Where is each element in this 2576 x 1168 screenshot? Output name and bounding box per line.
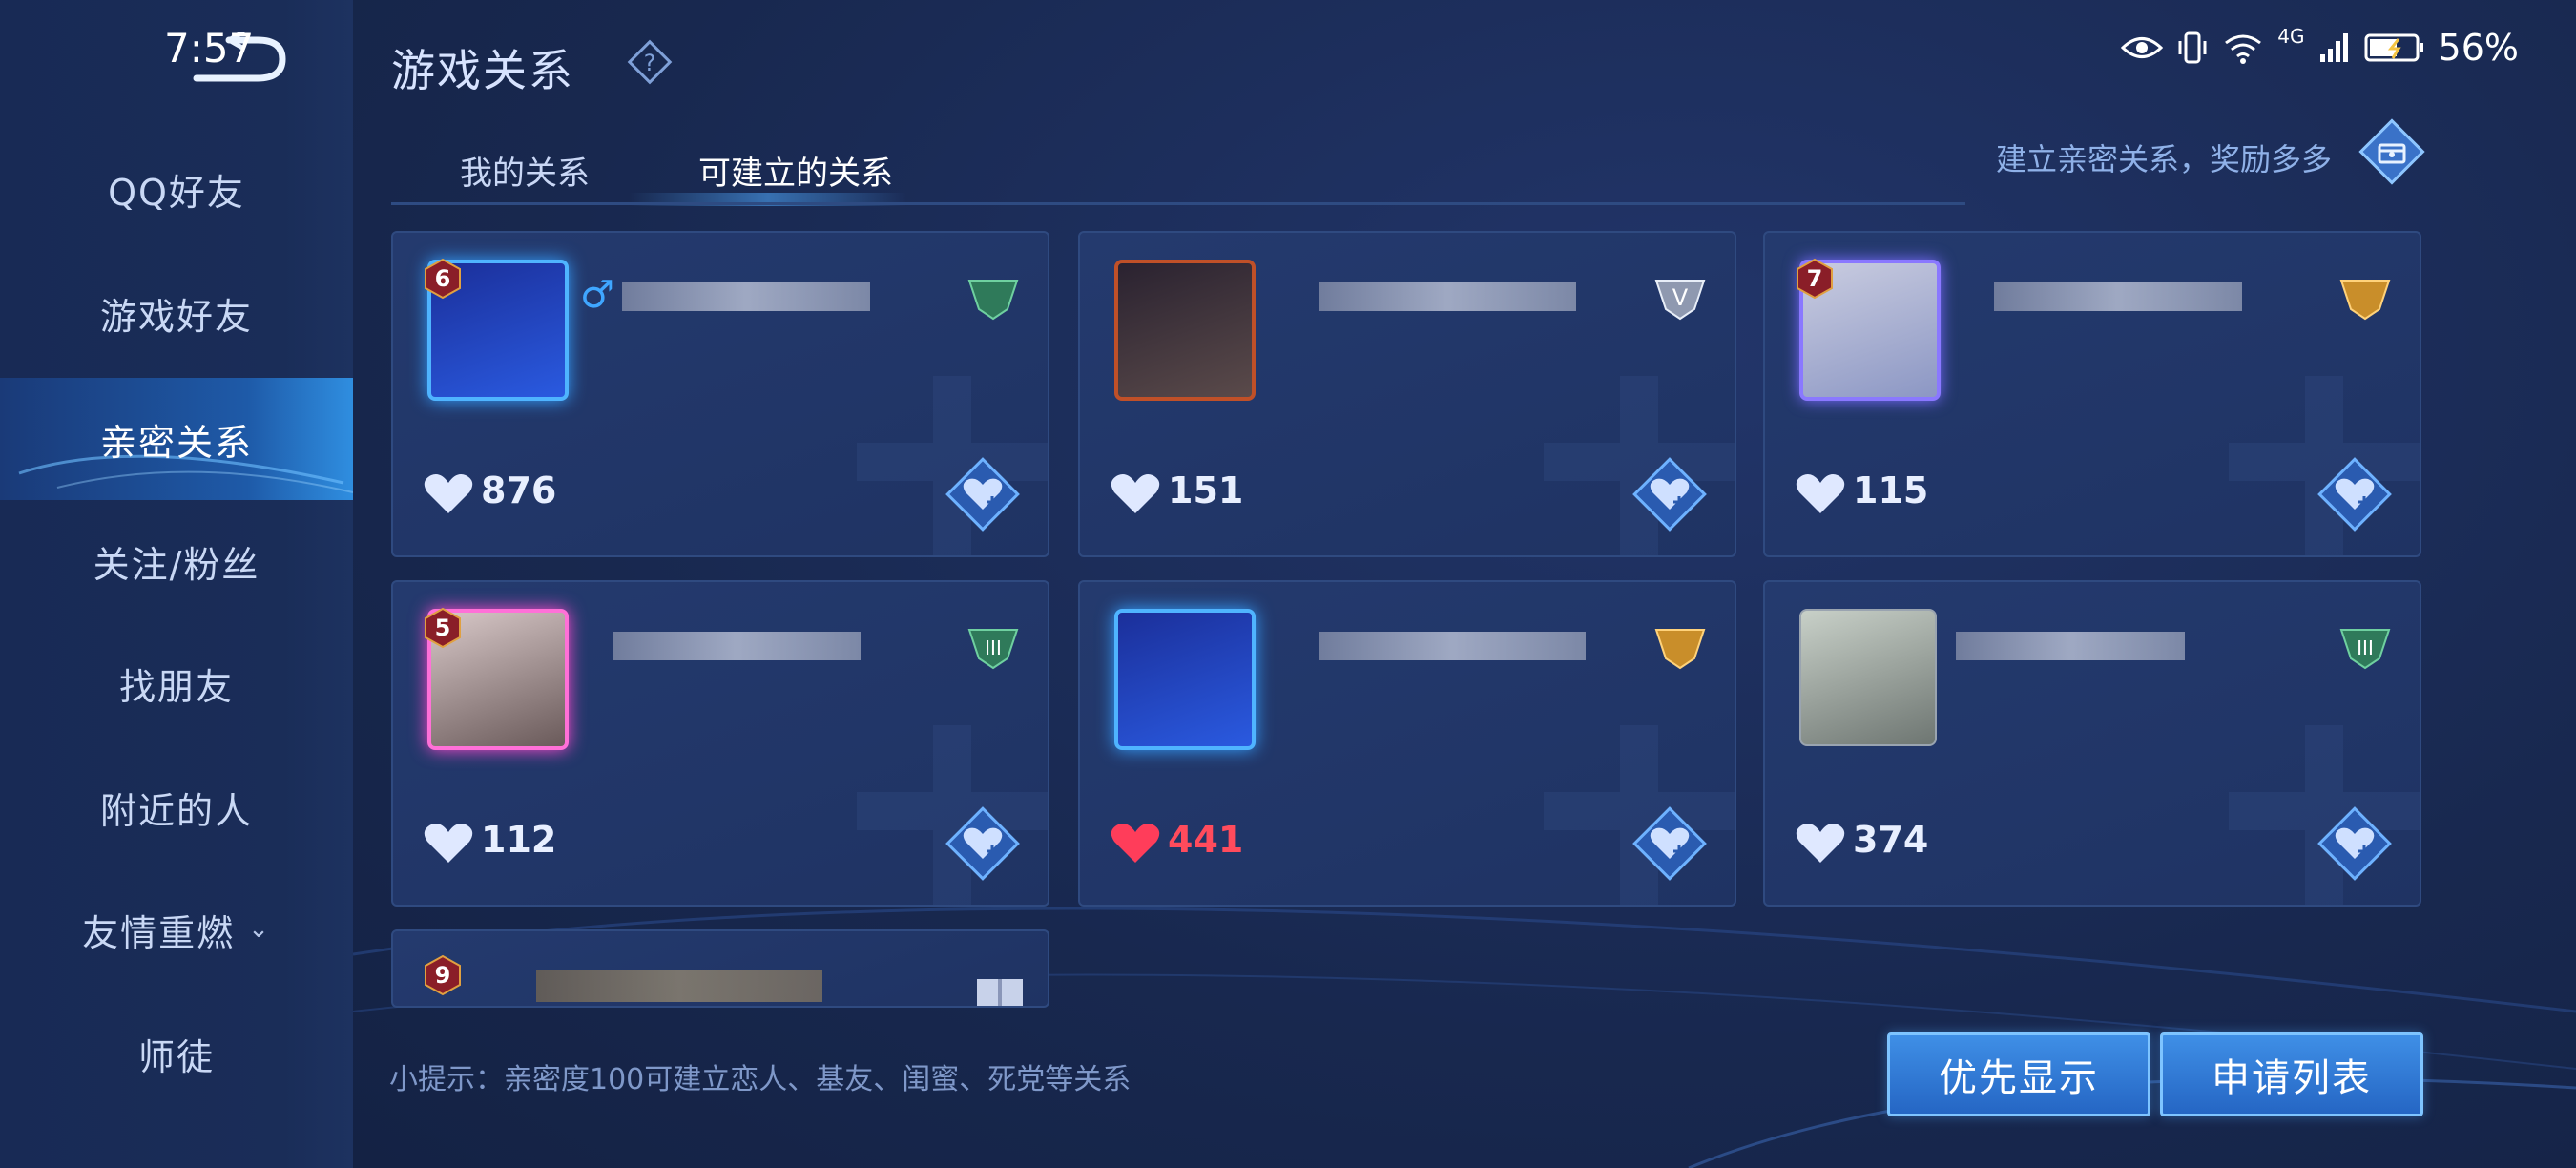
sidebar-item-game-friends[interactable]: 游戏好友 [0, 265, 353, 361]
relation-card[interactable]: 5 III 112 [391, 580, 1049, 907]
sidebar-item-label: 师徒 [137, 1035, 215, 1078]
priority-display-button[interactable]: 优先显示 [1887, 1032, 2150, 1116]
tab-bar: 我的关系 可建立的关系 [391, 132, 1965, 206]
relation-card[interactable]: 6 ♂ 876 [391, 231, 1049, 557]
add-intimacy-button[interactable] [943, 454, 1023, 534]
gift-icon [977, 979, 1023, 1006]
tab-divider [391, 202, 1965, 205]
sidebar-item-label: 亲密关系 [99, 421, 253, 464]
avatar[interactable] [1114, 260, 1256, 401]
sidebar-item-label: 找朋友 [118, 665, 234, 708]
sidebar-item-label: 附近的人 [99, 789, 253, 832]
sidebar-item-intimate-relations[interactable]: 亲密关系 [0, 378, 353, 500]
intimacy-heart-icon [1796, 824, 1845, 863]
svg-text:V: V [1672, 284, 1689, 311]
help-icon[interactable]: ? [626, 38, 674, 86]
svg-text:?: ? [644, 50, 656, 76]
sidebar-item-qq-friends[interactable]: QQ好友 [0, 141, 353, 237]
intimacy-score: 441 [1168, 819, 1244, 861]
sidebar-item-find-friends[interactable]: 找朋友 [0, 636, 353, 731]
rank-badge-icon [2339, 280, 2391, 321]
status-bar: 4G 56% [2121, 25, 2519, 69]
request-list-button[interactable]: 申请列表 [2160, 1032, 2423, 1116]
player-name-redacted [1319, 632, 1586, 660]
player-name-redacted [536, 970, 822, 1002]
level-badge: 6 [422, 258, 464, 300]
intimacy-heart-icon [1111, 824, 1160, 863]
intimacy-heart-icon [1111, 474, 1160, 513]
reward-chest-icon[interactable] [2357, 116, 2427, 187]
rank-badge-icon: III [2339, 629, 2391, 670]
relation-card[interactable]: 7 115 [1763, 231, 2421, 557]
sidebar-item-mentor[interactable]: 师徒 [0, 1006, 353, 1101]
chevron-down-icon: ⌄ [248, 915, 271, 944]
sidebar: QQ好友 游戏好友 亲密关系 关注/粉丝 找朋友 附近的人 友情重燃 ⌄ 师徒 [0, 0, 353, 1168]
battery-percent: 56% [2438, 27, 2519, 69]
relation-card[interactable]: 441 [1078, 580, 1736, 907]
level-badge: 7 [1794, 258, 1836, 300]
hint-text: 小提示：亲密度100可建立恋人、基友、闺蜜、死党等关系 [389, 1063, 1132, 1096]
level-badge: 9 [422, 954, 464, 996]
sidebar-item-label: 友情重燃 [82, 911, 236, 954]
signal-icon [2319, 33, 2348, 62]
page-title: 游戏关系 [391, 45, 574, 96]
rank-badge-icon [967, 280, 1019, 321]
avatar[interactable] [1799, 609, 1937, 746]
tab-my-relations[interactable]: 我的关系 [460, 147, 590, 194]
relation-card-partial[interactable]: 9 [391, 929, 1049, 1008]
relation-card[interactable]: III 374 [1763, 580, 2421, 907]
avatar[interactable] [1114, 609, 1256, 750]
intimacy-score: 112 [481, 819, 557, 861]
rank-badge-icon: V [1654, 280, 1706, 321]
eye-icon [2121, 37, 2164, 58]
add-intimacy-button[interactable] [1630, 803, 1710, 884]
sidebar-item-follow-fans[interactable]: 关注/粉丝 [0, 513, 353, 609]
player-name-redacted [613, 632, 861, 660]
add-intimacy-button[interactable] [2315, 803, 2395, 884]
rank-badge-icon [1654, 629, 1706, 670]
relation-card[interactable]: V 151 [1078, 231, 1736, 557]
rank-badge-icon: III [967, 629, 1019, 670]
player-name-redacted [622, 282, 870, 311]
sidebar-item-label: QQ好友 [108, 171, 245, 214]
intimacy-heart-icon [424, 474, 473, 513]
add-intimacy-button[interactable] [943, 803, 1023, 884]
wifi-icon [2225, 34, 2262, 64]
tab-available-relations[interactable]: 可建立的关系 [698, 147, 893, 194]
player-name-redacted [1319, 282, 1576, 311]
svg-text:III: III [2357, 636, 2374, 659]
reward-text: 建立亲密关系，奖励多多 [1995, 141, 2332, 177]
sidebar-item-rekindle[interactable]: 友情重燃 ⌄ [0, 882, 353, 977]
intimacy-score: 876 [481, 469, 557, 511]
player-name-redacted [1994, 282, 2242, 311]
sidebar-item-nearby[interactable]: 附近的人 [0, 760, 353, 855]
sidebar-item-label: 关注/粉丝 [93, 543, 260, 586]
sidebar-item-label: 游戏好友 [99, 295, 253, 338]
vibrate-icon [2178, 31, 2207, 64]
intimacy-score: 115 [1853, 469, 1929, 511]
intimacy-heart-icon [1796, 474, 1845, 513]
intimacy-heart-icon [424, 824, 473, 863]
intimacy-score: 151 [1168, 469, 1244, 511]
gender-male-icon: ♂ [580, 273, 614, 317]
status-time: 7:57 [164, 25, 255, 72]
battery-charging-icon [2364, 33, 2423, 62]
network-type: 4G [2277, 25, 2305, 48]
add-intimacy-button[interactable] [2315, 454, 2395, 534]
add-intimacy-button[interactable] [1630, 454, 1710, 534]
player-name-redacted [1956, 632, 2185, 660]
intimacy-score: 374 [1853, 819, 1929, 861]
level-badge: 5 [422, 607, 464, 649]
svg-text:III: III [985, 636, 1002, 659]
